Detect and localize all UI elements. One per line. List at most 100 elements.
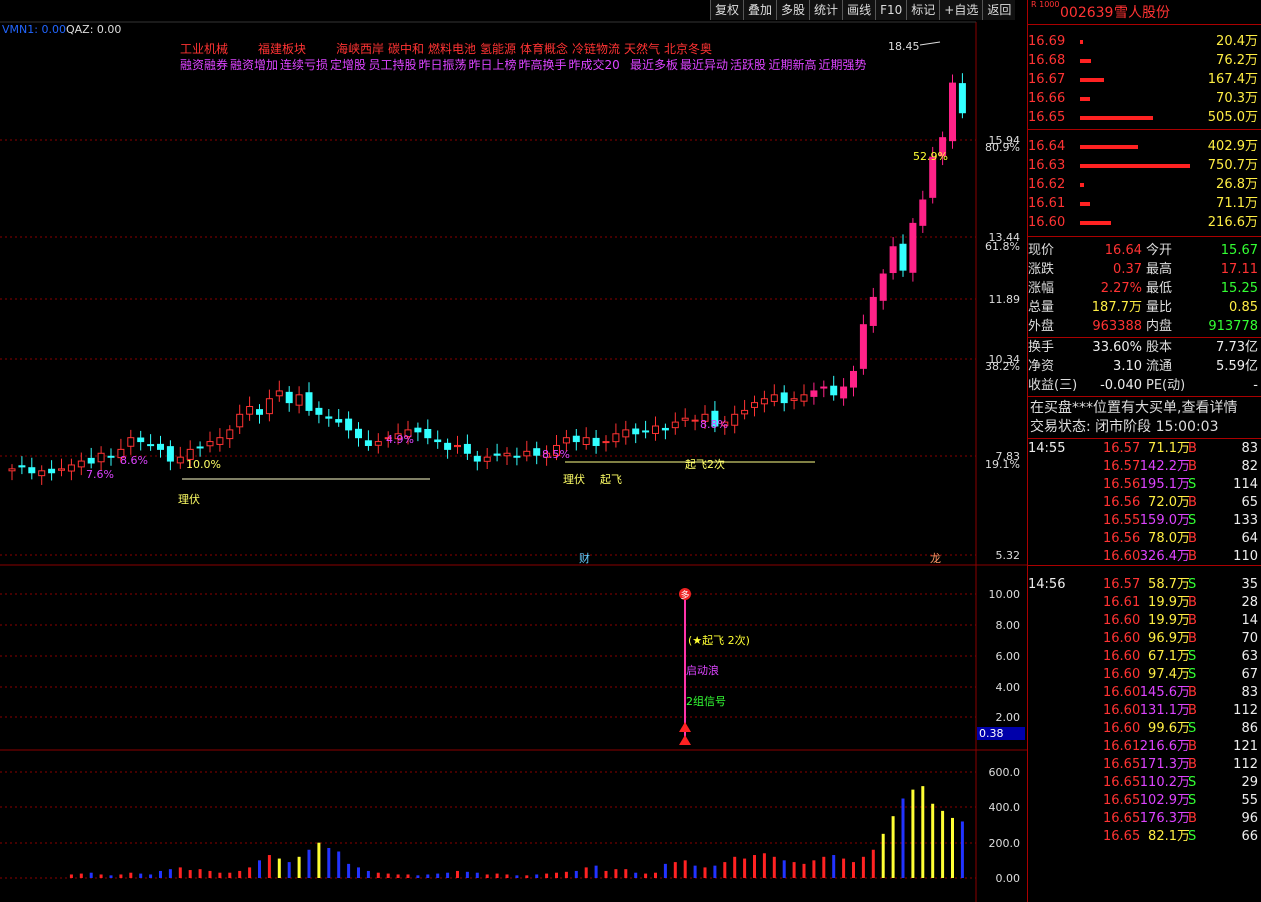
candle-body [107, 455, 115, 458]
candle-body [256, 409, 263, 415]
concept-tag: 近期新高 [769, 57, 817, 72]
concept-tag: 最近异动 [680, 58, 728, 72]
book-volume-bar [1080, 40, 1083, 44]
chart-annotation: 8.5% [542, 448, 570, 461]
quote-value: 2.27% [1100, 281, 1142, 296]
price-axis-label: 11.89 [989, 293, 1021, 306]
tick-row: 16.60 99.6万 S 86 [1028, 720, 1260, 738]
candle-body [929, 156, 937, 198]
toolbar-multi-stock-button[interactable]: 多股 [776, 0, 810, 20]
tick-count: 112 [1233, 757, 1258, 772]
tick-row: 16.65 102.9万 S 55 [1028, 792, 1260, 810]
book-price: 16.68 [1028, 53, 1066, 68]
stock-badge: R 1000 [1031, 0, 1060, 9]
tick-volume: 78.0万 [1148, 531, 1190, 546]
candle-body [869, 296, 877, 326]
toolbar-f10-button[interactable]: F10 [875, 0, 907, 20]
candle-body [859, 324, 867, 369]
chart-annotation: 起飞2次 [685, 457, 725, 471]
candle-body [166, 446, 174, 462]
concept-tag: 昨日振荡 [419, 58, 467, 72]
chart-annotation: 10.0% [186, 458, 221, 471]
big-order-note[interactable]: 在买盘***位置有大买单,查看详情 [1030, 399, 1260, 418]
quote-value: 16.64 [1104, 243, 1142, 258]
volume-axis-label: 0.00 [996, 872, 1021, 885]
quote-value: 15.25 [1220, 281, 1258, 296]
candle-body [741, 409, 749, 415]
candle-body [681, 417, 689, 421]
book-price: 16.64 [1028, 139, 1066, 154]
quote-label: 外盘 [1028, 319, 1055, 334]
candle-body [137, 437, 145, 443]
candle-body [958, 83, 966, 114]
signal-axis-label: 10.00 [989, 588, 1021, 601]
quote-label: PE(动) [1146, 378, 1186, 393]
book-volume: 167.4万 [1207, 72, 1258, 87]
candle-body [612, 433, 620, 443]
toolbar-add-favorite-button[interactable]: +自选 [939, 0, 983, 20]
candle-body [18, 465, 26, 468]
tick-count: 64 [1241, 531, 1258, 546]
chart-annotation: 8.6% [120, 454, 148, 467]
tick-price: 16.57 [1103, 441, 1141, 456]
tick-volume: 58.7万 [1148, 577, 1190, 592]
sell-level-row: 16.69 20.4万 [1028, 33, 1260, 51]
book-volume: 750.7万 [1207, 158, 1258, 173]
quote-label: 量比 [1146, 300, 1173, 315]
stock-code: 002639 [1060, 5, 1114, 21]
tick-side: B [1188, 495, 1197, 510]
tick-side: B [1188, 459, 1197, 474]
toolbar-restore-rights-button[interactable]: 复权 [710, 0, 744, 20]
concept-tag: 昨日上榜 [469, 57, 517, 72]
candle-body [473, 455, 481, 462]
candle-body [58, 468, 65, 471]
candle-body [97, 452, 105, 463]
candle-body [770, 394, 778, 402]
volume-axis-label: 200.0 [989, 837, 1021, 850]
toolbar-mark-button[interactable]: 标记 [906, 0, 940, 20]
tick-volume: 326.4万 [1139, 549, 1190, 564]
chart-annotation: 理伏 [178, 492, 200, 506]
quote-row: 现价 16.64 今开 15.67 [1028, 242, 1260, 260]
quote2-divider [1028, 396, 1261, 397]
book-volume: 402.9万 [1207, 139, 1258, 154]
tick-price: 16.60 [1103, 549, 1141, 564]
candle-body [830, 385, 838, 396]
toolbar-draw-line-button[interactable]: 画线 [842, 0, 876, 20]
book-price: 16.65 [1028, 110, 1066, 125]
tick-count: 63 [1241, 649, 1258, 664]
book-volume-bar [1080, 145, 1138, 149]
tick-volume: 110.2万 [1139, 775, 1190, 790]
buy-level-row: 16.62 26.8万 [1028, 176, 1260, 194]
tick-side: B [1188, 613, 1197, 628]
signal-axis-label: 4.00 [996, 681, 1021, 694]
tick-price: 16.65 [1103, 829, 1141, 844]
kline-chart[interactable]: 15.9413.4411.8910.347.835.3280.9%61.8%38… [0, 0, 1027, 902]
toolbar-back-button[interactable]: 返回 [982, 0, 1016, 20]
tick-row: 16.56 72.0万 B 65 [1028, 494, 1260, 512]
candle-body [513, 455, 521, 458]
tick-price: 16.65 [1103, 793, 1141, 808]
candle-body [28, 467, 36, 474]
toolbar-overlay-button[interactable]: 叠加 [743, 0, 777, 20]
quote-row: 涨幅 2.27% 最低 15.25 [1028, 280, 1260, 298]
candle-body [780, 392, 788, 404]
candle-body [523, 450, 531, 457]
tick-divider [1028, 565, 1261, 566]
tick-price: 16.60 [1103, 703, 1141, 718]
candle-body [8, 468, 16, 472]
candle-body [909, 222, 917, 273]
chart-annotation: 4.9% [386, 433, 414, 446]
sell-level-row: 16.66 70.3万 [1028, 90, 1260, 108]
toolbar-statistics-button[interactable]: 统计 [809, 0, 843, 20]
candle-body [196, 446, 204, 449]
concept-tag: 工业机械 [180, 41, 228, 56]
tick-count: 114 [1233, 477, 1258, 492]
candle-body [622, 429, 630, 438]
quote-value: -0.040 [1100, 378, 1142, 393]
quote-label: 总量 [1028, 300, 1055, 315]
tick-volume: 19.9万 [1148, 613, 1190, 628]
concept-tag: 海峡西岸 [336, 41, 384, 56]
quote-label: 内盘 [1146, 319, 1173, 334]
peak-pct-label: 52.9% [913, 150, 948, 163]
